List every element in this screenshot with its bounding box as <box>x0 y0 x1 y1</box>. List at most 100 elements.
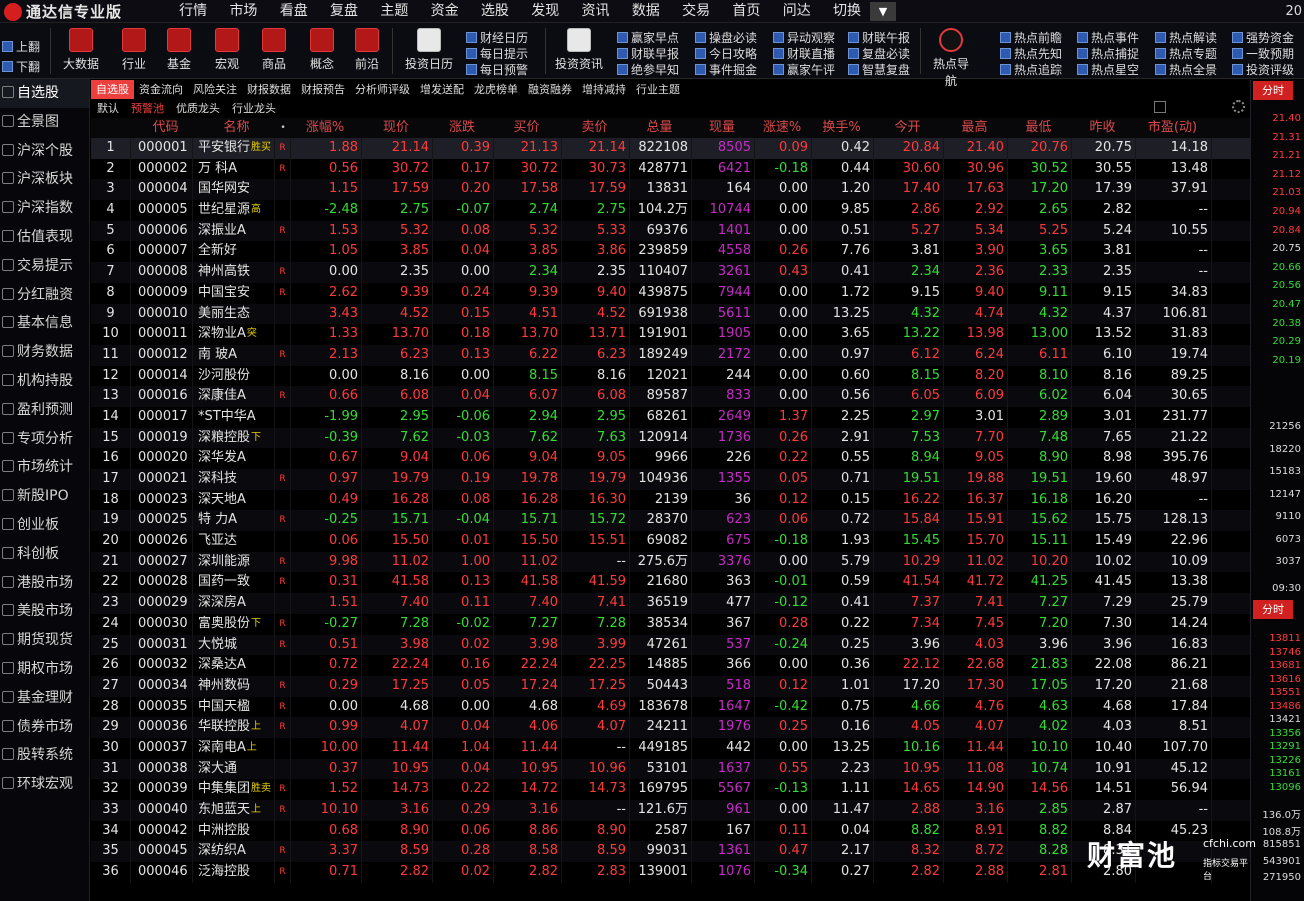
cell-代码[interactable]: 000035 <box>131 696 193 718</box>
cell-换手%[interactable]: 0.59 <box>812 572 874 594</box>
cell-换手%[interactable]: 2.17 <box>812 841 874 863</box>
toolbar-link-0[interactable]: 财经日历 <box>466 29 528 46</box>
cell-最高[interactable]: 22.68 <box>944 655 1008 676</box>
cell-•[interactable]: R <box>275 282 291 304</box>
cell-现量[interactable]: 623 <box>692 510 755 532</box>
cell-市盈(动)[interactable]: -- <box>1136 262 1212 283</box>
toolbar-link-15[interactable]: 热点前瞻 <box>1000 29 1062 46</box>
cell-最低[interactable]: 2.89 <box>1008 406 1072 428</box>
cell-昨收[interactable]: 10.02 <box>1072 551 1136 573</box>
sidebar-item-21[interactable]: 基金理财 <box>0 684 89 713</box>
tab-4[interactable]: 财报预告 <box>296 80 350 99</box>
cell-涨幅%[interactable]: 0.97 <box>291 469 362 490</box>
cell-卖价[interactable]: 15.51 <box>562 531 630 552</box>
sidebar-item-22[interactable]: 债券市场 <box>0 713 89 742</box>
cell-今开[interactable]: 22.12 <box>874 655 944 676</box>
cell-买价[interactable]: 8.86 <box>494 820 562 842</box>
cell-代码[interactable]: 000031 <box>131 634 193 656</box>
cell-买价[interactable]: 7.27 <box>494 613 562 635</box>
dropdown-triangle-icon[interactable]: ▼ <box>870 2 896 21</box>
cell-[interactable]: 8 <box>91 282 131 304</box>
cell-昨收[interactable]: 3.01 <box>1072 406 1136 428</box>
cell-现量[interactable]: 961 <box>692 800 755 821</box>
cell-市盈(动)[interactable]: 8.51 <box>1136 717 1212 738</box>
cell-换手%[interactable]: 2.91 <box>812 427 874 449</box>
cell-今开[interactable]: 4.32 <box>874 303 944 325</box>
cell-现价[interactable]: 9.39 <box>362 282 433 304</box>
cell-最低[interactable]: 2.81 <box>1008 862 1072 883</box>
cell-买价[interactable]: 10.95 <box>494 758 562 780</box>
cell-•[interactable] <box>275 200 291 221</box>
cell-涨幅%[interactable]: 1.53 <box>291 220 362 242</box>
cell-市盈(动)[interactable]: 21.68 <box>1136 675 1212 697</box>
cell-现价[interactable]: 30.72 <box>362 158 433 180</box>
cell-[interactable]: 28 <box>91 696 131 718</box>
cell-现价[interactable]: 3.85 <box>362 241 433 263</box>
cell-卖价[interactable]: 21.14 <box>562 138 630 159</box>
toolbar-link-9[interactable]: 异动观察 <box>773 29 835 46</box>
menu-item-1[interactable]: 市场 <box>218 0 268 23</box>
cell-现价[interactable]: 3.16 <box>362 800 433 821</box>
cell-涨速%[interactable]: 0.26 <box>755 241 812 263</box>
cell-卖价[interactable]: 2.35 <box>562 262 630 283</box>
cell-买价[interactable]: 3.98 <box>494 634 562 656</box>
cell-名称[interactable]: 美丽生态 <box>193 303 275 325</box>
toolbar-link-7[interactable]: 今日攻略 <box>695 45 757 62</box>
cell-[interactable]: 29 <box>91 717 131 738</box>
table-row[interactable]: 16 000020 深华发A 0.67 9.04 0.06 9.04 9.05 9966 226 0… <box>91 448 1250 469</box>
cell-卖价[interactable]: 17.25 <box>562 675 630 697</box>
cell-市盈(动)[interactable]: 89.25 <box>1136 365 1212 387</box>
cell-买价[interactable]: 9.39 <box>494 282 562 304</box>
timeshare-button-2[interactable]: 分时 <box>1253 600 1293 619</box>
cell-最高[interactable]: 8.91 <box>944 820 1008 842</box>
cell-市盈(动)[interactable]: 48.97 <box>1136 469 1212 490</box>
cell-[interactable]: 17 <box>91 469 131 490</box>
cell-昨收[interactable]: 30.55 <box>1072 158 1136 180</box>
cell-昨收[interactable]: 7.30 <box>1072 613 1136 635</box>
cell-涨跌[interactable]: 0.39 <box>433 138 494 159</box>
cell-[interactable]: 23 <box>91 593 131 614</box>
cell-现量[interactable]: 537 <box>692 634 755 656</box>
cell-[interactable]: 33 <box>91 800 131 821</box>
cell-市盈(动)[interactable]: 106.81 <box>1136 303 1212 325</box>
cell-今开[interactable]: 16.22 <box>874 489 944 511</box>
cell-名称[interactable]: 泛海控股 <box>193 862 275 883</box>
menu-item-12[interactable]: 问达 <box>772 0 822 23</box>
cell-最低[interactable]: 8.90 <box>1008 448 1072 469</box>
cell-总量[interactable]: 28370 <box>630 510 692 532</box>
cell-涨速%[interactable]: 0.00 <box>755 386 812 407</box>
tab-7[interactable]: 龙虎榜单 <box>469 80 523 99</box>
cell-涨幅%[interactable]: -0.27 <box>291 613 362 635</box>
cell-买价[interactable]: 7.40 <box>494 593 562 614</box>
cell-名称[interactable]: 神州高铁 <box>193 262 275 283</box>
cell-名称[interactable]: 国华网安 <box>193 179 275 201</box>
toolbar-concept-button[interactable]: 概念 <box>303 27 341 72</box>
cell-代码[interactable]: 000036 <box>131 717 193 738</box>
cell-[interactable]: 11 <box>91 344 131 366</box>
cell-涨跌[interactable]: 0.06 <box>433 820 494 842</box>
cell-代码[interactable]: 000046 <box>131 862 193 883</box>
cell-今开[interactable]: 9.15 <box>874 282 944 304</box>
cell-最低[interactable]: 10.74 <box>1008 758 1072 780</box>
cell-名称[interactable]: 万 科A <box>193 158 275 180</box>
cell-名称[interactable]: 深桑达A <box>193 655 275 676</box>
cell-今开[interactable]: 8.15 <box>874 365 944 387</box>
subtab-3[interactable]: 行业龙头 <box>226 99 282 118</box>
cell-换手%[interactable]: 0.27 <box>812 862 874 883</box>
cell-现价[interactable]: 4.07 <box>362 717 433 738</box>
cell-涨幅%[interactable]: 0.67 <box>291 448 362 469</box>
table-row[interactable]: 8 000009 中国宝安 R 2.62 9.39 0.24 9.39 9.40 439875 79… <box>91 282 1250 304</box>
cell-昨收[interactable]: 5.24 <box>1072 220 1136 242</box>
sidebar-item-17[interactable]: 港股市场 <box>0 569 89 598</box>
cell-•[interactable] <box>275 655 291 676</box>
cell-昨收[interactable]: 6.04 <box>1072 386 1136 407</box>
cell-涨幅%[interactable]: 10.10 <box>291 800 362 821</box>
menu-item-11[interactable]: 首页 <box>721 0 771 23</box>
cell-现价[interactable]: 17.59 <box>362 179 433 201</box>
cell-涨幅%[interactable]: -1.99 <box>291 406 362 428</box>
cell-最低[interactable]: 15.62 <box>1008 510 1072 532</box>
column-header-3[interactable]: • <box>275 118 291 138</box>
cell-总量[interactable]: 183678 <box>630 696 692 718</box>
cell-最高[interactable]: 30.96 <box>944 158 1008 180</box>
cell-•[interactable]: R <box>275 675 291 697</box>
